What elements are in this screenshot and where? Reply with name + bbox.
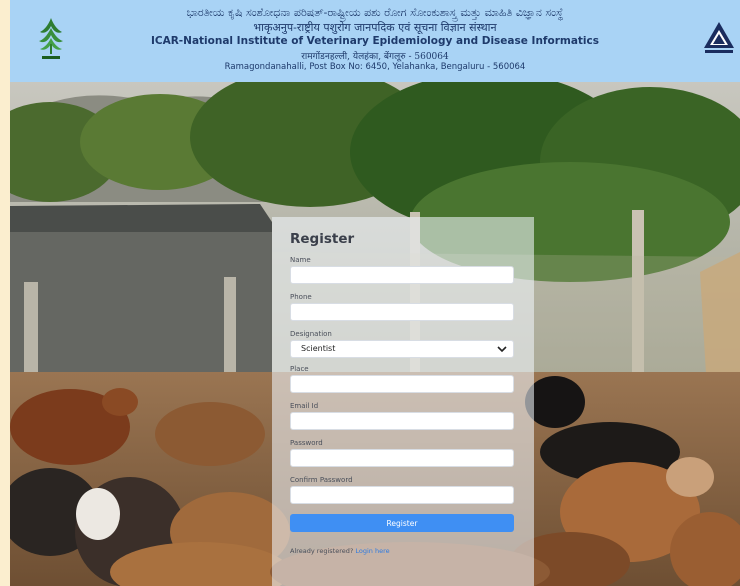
place-input[interactable]: [290, 375, 514, 393]
header-hindi: भाकृअनुप-राष्ट्रीय पशुरोग जानपदिक एवं सू…: [253, 21, 497, 34]
login-prompt: Already registered? Login here: [290, 547, 516, 555]
header-address: Ramagondanahalli, Post Box No: 6450, Yel…: [224, 62, 526, 72]
header-kannada: ಭಾರತೀಯ ಕೃಷಿ ಸಂಶೋಧನಾ ಪರಿಷತ್-ರಾಷ್ಟ್ರೀಯ ಪಶು…: [186, 6, 564, 19]
confirm-password-label: Confirm Password: [290, 476, 353, 484]
designation-label: Designation: [290, 330, 332, 338]
name-input[interactable]: [290, 266, 514, 284]
email-label: Email Id: [290, 402, 319, 410]
register-form: Register Name Phone Designation Scientis…: [272, 217, 534, 586]
form-title: Register: [290, 231, 355, 247]
already-registered-text: Already registered?: [290, 547, 354, 555]
login-link[interactable]: Login here: [355, 547, 389, 555]
password-input[interactable]: [290, 449, 514, 467]
header-english: ICAR-National Institute of Veterinary Ep…: [150, 35, 599, 47]
password-label: Password: [290, 439, 323, 447]
chevron-down-icon: [497, 346, 507, 353]
page: ಭಾರತೀಯ ಕೃಷಿ ಸಂಶೋಧನಾ ಪರಿಷತ್-ರಾಷ್ಟ್ರೀಯ ಪಶು…: [10, 0, 740, 586]
institute-header: ಭಾರತೀಯ ಕೃಷಿ ಸಂಶೋಧನಾ ಪರಿಷತ್-ರಾಷ್ಟ್ರೀಯ ಪಶು…: [10, 0, 740, 82]
designation-select[interactable]: Scientist: [290, 340, 514, 358]
phone-input[interactable]: [290, 303, 514, 321]
register-button[interactable]: Register: [290, 514, 514, 532]
phone-label: Phone: [290, 293, 312, 301]
header-hindi-address: रामगोंडनहल्ली, येलहंका, बेंगलूरु - 56006…: [301, 52, 449, 62]
confirm-password-input[interactable]: [290, 486, 514, 504]
name-label: Name: [290, 256, 311, 264]
nivedi-logo-icon: [704, 22, 734, 53]
email-input[interactable]: [290, 412, 514, 430]
designation-selected-value: Scientist: [301, 344, 336, 353]
place-label: Place: [290, 365, 309, 373]
